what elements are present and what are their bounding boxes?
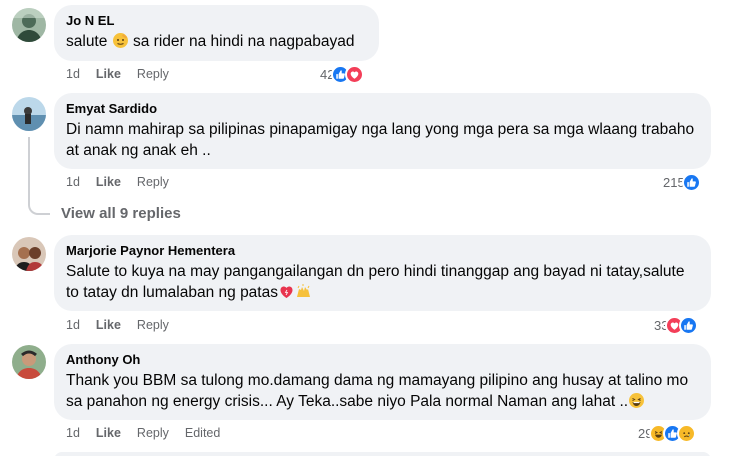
comment-text: salute sa rider na hindi na nagpabayad (66, 31, 367, 55)
comment-author[interactable]: Marjorie Paynor Hementera (66, 243, 699, 259)
comment-timestamp[interactable]: 1d (66, 318, 80, 332)
avatar[interactable] (12, 8, 46, 42)
reaction-summary[interactable]: 42 (320, 65, 365, 84)
reply-button[interactable]: Reply (137, 318, 169, 332)
reply-button[interactable]: Reply (137, 175, 169, 189)
comment-actions: 1d Like Reply (66, 67, 185, 81)
view-replies-link[interactable]: View all 9 replies (61, 205, 181, 222)
like-button[interactable]: Like (96, 67, 121, 81)
comment-author[interactable]: Jo N EL (66, 13, 367, 29)
thread-connector (28, 137, 50, 215)
avatar[interactable] (12, 237, 46, 271)
comment-actions: 1d Like Reply Edited (66, 426, 236, 440)
reaction-summary[interactable]: 29 (638, 424, 697, 443)
comment-bubble: Emyat Sardido Di namn mahirap sa pilipin… (54, 93, 711, 169)
comment-text: Di namn mahirap sa pilipinas pinapamigay… (66, 121, 699, 159)
raising-hands-icon (295, 283, 312, 306)
grinning-squinting-face-icon (628, 392, 645, 415)
comment-author[interactable]: Anthony Oh (66, 352, 699, 368)
reaction-summary[interactable]: 33 (654, 316, 699, 335)
comment-bubble: Anthony Oh Thank you BBM sa tulong mo.da… (54, 344, 711, 420)
like-icon (681, 173, 701, 192)
comment-author[interactable]: Emyat Sardido (66, 101, 699, 117)
comment-text-part: salute (66, 33, 112, 50)
reaction-summary[interactable]: 215 (663, 173, 701, 192)
avatar[interactable] (12, 345, 46, 379)
comment-timestamp[interactable]: 1d (66, 67, 80, 81)
comment-text-part: Thank you BBM sa tulong mo.damang dama n… (66, 372, 693, 410)
like-icon (679, 316, 699, 335)
comment-timestamp[interactable]: 1d (66, 426, 80, 440)
reply-button[interactable]: Reply (137, 67, 169, 81)
comment-text-part: sa rider na hindi na nagpabayad (128, 33, 355, 50)
like-button[interactable]: Like (96, 318, 121, 332)
like-button[interactable]: Like (96, 426, 121, 440)
like-button[interactable]: Like (96, 175, 121, 189)
saluting-face-icon (112, 32, 129, 55)
comment-bubble: Marjorie Paynor Hementera Salute to kuya… (54, 235, 711, 311)
comment-timestamp[interactable]: 1d (66, 175, 80, 189)
comment-actions: 1d Like Reply (66, 175, 185, 189)
comment-bubble: Jo N EL salute sa rider na hindi na nagp… (54, 5, 379, 61)
sad-icon (677, 424, 697, 443)
avatar[interactable] (12, 97, 46, 131)
love-icon (345, 65, 365, 84)
comment-text-part: Salute to kuya na may pangangailangan dn… (66, 263, 689, 301)
edited-label[interactable]: Edited (185, 426, 220, 440)
comment-text: Salute to kuya na may pangangailangan dn… (66, 261, 699, 306)
next-comment-bubble-edge (54, 452, 711, 456)
reply-button[interactable]: Reply (137, 426, 169, 440)
comment-actions: 1d Like Reply (66, 318, 185, 332)
comment-text: Thank you BBM sa tulong mo.damang dama n… (66, 370, 699, 415)
heart-on-fire-icon (278, 283, 295, 306)
